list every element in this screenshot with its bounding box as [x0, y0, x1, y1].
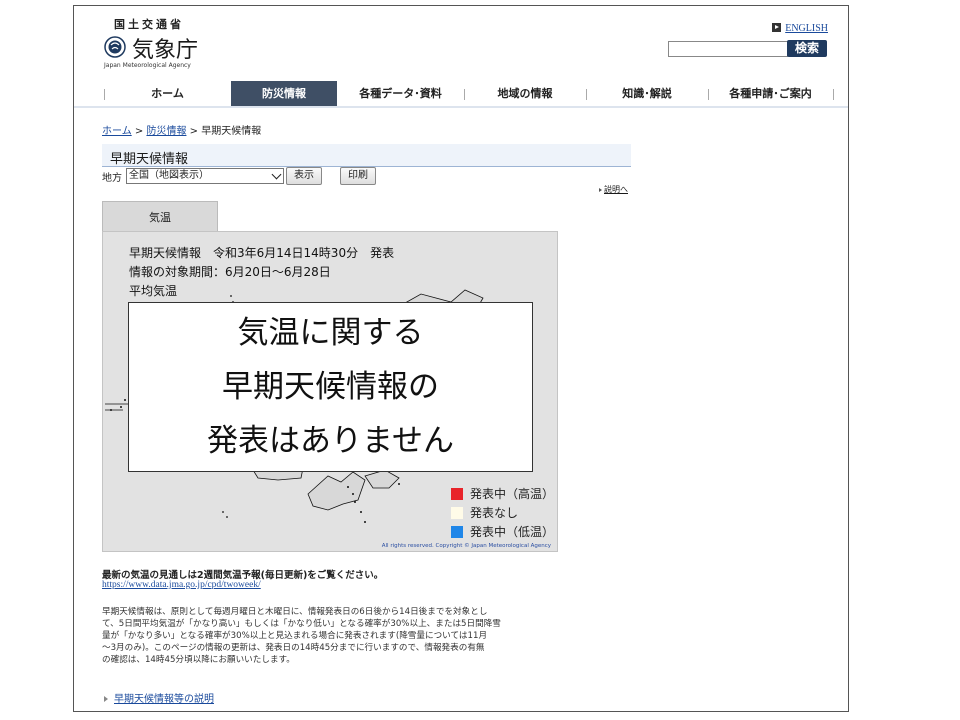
search-button[interactable]: 検索	[787, 40, 827, 57]
breadcrumb-disaster[interactable]: 防災情報	[146, 126, 186, 137]
arrow-right-icon	[104, 696, 108, 702]
description-line: 量が「かなり多い」となる確率が30%以上と見込まれる場合に発表されます(降雪量に…	[102, 631, 488, 641]
description-text: 早期天候情報は、原則として毎週月曜日と木曜日に、情報発表日の6日後から14日後ま…	[102, 606, 554, 666]
panel-issue-line: 早期天候情報 令和3年6月14日14時30分 発表	[129, 246, 395, 260]
explanation-link[interactable]: 早期天候情報等の説明	[114, 694, 214, 705]
show-button[interactable]: 表示	[286, 167, 322, 185]
arrow-right-icon	[599, 188, 602, 192]
search-input[interactable]	[668, 41, 788, 57]
breadcrumb-separator: >	[131, 126, 147, 137]
ministry-label: 国土交通省	[114, 18, 184, 31]
english-link[interactable]: ENGLISH	[785, 23, 828, 34]
no-announcement-message: 気温に関する 早期天候情報の 発表はありません	[128, 302, 533, 472]
legend-swatch-high	[451, 488, 463, 500]
chevron-down-icon	[271, 169, 282, 180]
breadcrumb: ホーム > 防災情報 > 早期天候情報	[102, 122, 261, 137]
explanation-link-container: 早期天候情報等の説明	[104, 690, 214, 705]
legend-label-high: 発表中（高温）	[470, 487, 555, 501]
agency-name: 気象庁	[132, 38, 199, 63]
page-title: 早期天候情報	[110, 152, 189, 167]
legend-swatch-low	[451, 526, 463, 538]
description-line: の確認は、14時45分頃以降にお願いいたします。	[102, 655, 295, 665]
region-select[interactable]: 全国（地図表示）	[126, 168, 284, 184]
english-link-container: ENGLISH	[772, 23, 828, 34]
global-nav: ホーム 防災情報 各種データ･資料 地域の情報 知識･解説 各種申請･ご案内	[104, 81, 834, 107]
agency-name-en: Japan Meteorological Agency	[104, 62, 191, 69]
legend-item-none: 発表なし	[451, 504, 518, 521]
panel-period-line: 情報の対象期間：6月20日～6月28日	[129, 265, 331, 279]
description-line: ～3月のみ)。このページの情報の更新は、発表日の14時45分までに行いますので、…	[102, 643, 485, 653]
arrow-right-icon	[772, 23, 782, 32]
nav-separator	[833, 89, 834, 100]
description-line: て、5日間平均気温が「かなり高い」もしくは「かなり低い」となる確率が30%以上、…	[102, 619, 501, 629]
message-line-3: 発表はありません	[206, 423, 455, 459]
tab-temperature[interactable]: 気温	[102, 201, 218, 232]
message-line-1: 気温に関する	[237, 315, 424, 351]
twoweek-link[interactable]: https://www.data.jma.go.jp/cpd/twoweek/	[102, 580, 261, 590]
nav-item-applications[interactable]: 各種申請･ご案内	[708, 81, 833, 107]
nav-item-data[interactable]: 各種データ･資料	[337, 81, 464, 107]
nav-item-knowledge[interactable]: 知識･解説	[586, 81, 708, 107]
legend-swatch-none	[451, 507, 463, 519]
page-frame: 国土交通省 気象庁 Japan Meteorological Agency EN…	[73, 5, 849, 712]
breadcrumb-current: 早期天候情報	[201, 126, 262, 137]
nav-item-disaster[interactable]: 防災情報	[231, 81, 337, 107]
legend-label-none: 発表なし	[470, 506, 519, 520]
legend-item-low: 発表中（低温）	[451, 523, 554, 540]
print-button[interactable]: 印刷	[340, 167, 376, 185]
message-line-2: 早期天候情報の	[222, 369, 439, 405]
page-title-bar: 早期天候情報	[102, 144, 631, 167]
legend-label-low: 発表中（低温）	[470, 525, 555, 539]
region-label: 地方	[102, 173, 122, 184]
panel-element-line: 平均気温	[129, 284, 178, 298]
twoweek-link-container: https://www.data.jma.go.jp/cpd/twoweek/	[102, 579, 261, 590]
description-line: 早期天候情報は、原則として毎週月曜日と木曜日に、情報発表日の6日後から14日後ま…	[102, 607, 488, 617]
region-select-value: 全国（地図表示）	[129, 170, 209, 181]
nav-item-home[interactable]: ホーム	[104, 81, 231, 107]
breadcrumb-separator: >	[186, 126, 202, 137]
copyright-text: All rights reserved. Copyright © Japan M…	[381, 543, 551, 549]
explain-link-container: 説明へ	[599, 184, 628, 195]
jma-emblem-icon	[104, 36, 126, 58]
explain-link[interactable]: 説明へ	[604, 185, 628, 194]
legend-item-high: 発表中（高温）	[451, 485, 554, 502]
breadcrumb-home[interactable]: ホーム	[102, 126, 132, 137]
forecast-map-panel: 早期天候情報 令和3年6月14日14時30分 発表 情報の対象期間：6月20日～…	[102, 231, 558, 552]
nav-divider	[74, 106, 848, 108]
nav-item-regional[interactable]: 地域の情報	[464, 81, 586, 107]
